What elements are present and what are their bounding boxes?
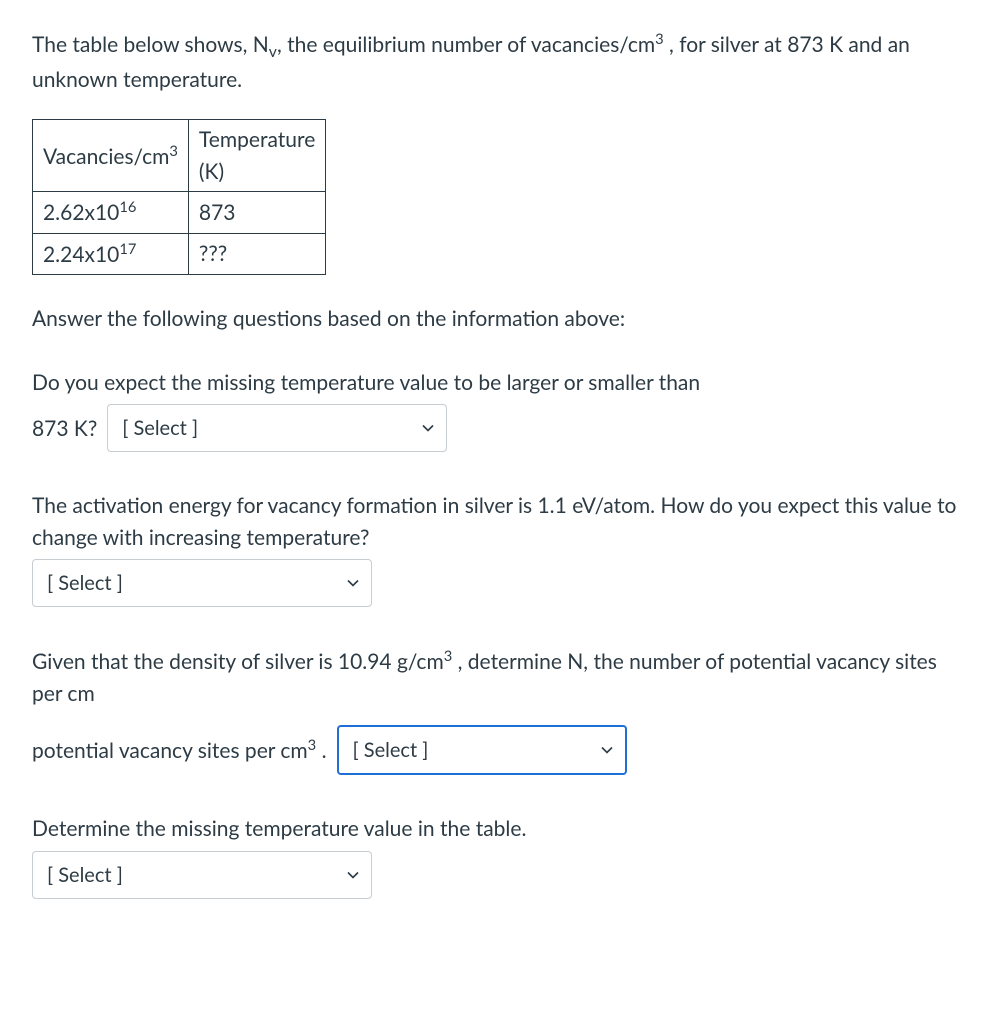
table-cell-vacancies-1: 2.62x1016 xyxy=(33,192,189,234)
q3-text-line2: potential vacancy sites per cm3 . xyxy=(32,734,327,767)
table-cell-temp-2: ??? xyxy=(188,233,325,275)
q3-select-value: [ Select ] xyxy=(353,735,429,765)
table-header-vacancies: Vacancies/cm3 xyxy=(33,120,189,192)
q4-select[interactable]: [ Select ] xyxy=(32,851,372,899)
question-2: The activation energy for vacancy format… xyxy=(32,490,958,613)
question-1: Do you expect the missing temperature va… xyxy=(32,367,958,459)
chevron-down-icon xyxy=(347,871,359,879)
table-header-row: Vacancies/cm3 Temperature (K) xyxy=(33,120,326,192)
q3-select[interactable]: [ Select ] xyxy=(337,725,627,775)
q4-select-value: [ Select ] xyxy=(47,860,123,890)
data-table: Vacancies/cm3 Temperature (K) 2.62x1016 … xyxy=(32,119,326,275)
table-cell-temp-1: 873 xyxy=(188,192,325,234)
q1-text-line1: Do you expect the missing temperature va… xyxy=(32,367,958,399)
intro-text-1: The table below shows, N xyxy=(32,32,269,57)
q4-text: Determine the missing temperature value … xyxy=(32,813,958,845)
table-row: 2.62x1016 873 xyxy=(33,192,326,234)
intro-sup-3: 3 xyxy=(655,30,664,48)
intro-sub-v: v xyxy=(269,42,277,61)
table-row: 2.24x1017 ??? xyxy=(33,233,326,275)
chevron-down-icon xyxy=(422,424,434,432)
chevron-down-icon xyxy=(601,746,613,754)
q2-select-value: [ Select ] xyxy=(47,568,123,598)
intro-paragraph: The table below shows, Nv, the equilibri… xyxy=(32,28,958,95)
question-3: Given that the density of silver is 10.9… xyxy=(32,645,958,781)
table-header-temperature: Temperature (K) xyxy=(188,120,325,192)
q1-select[interactable]: [ Select ] xyxy=(107,404,447,452)
intro-text-2: , the equilibrium number of vacancies/cm xyxy=(277,32,655,57)
q1-select-value: [ Select ] xyxy=(122,413,198,443)
table-cell-vacancies-2: 2.24x1017 xyxy=(33,233,189,275)
questions-intro: Answer the following questions based on … xyxy=(32,303,958,335)
q2-select[interactable]: [ Select ] xyxy=(32,559,372,607)
q3-text-line1: Given that the density of silver is 10.9… xyxy=(32,645,958,709)
q1-text-line2: 873 K? xyxy=(32,413,97,445)
chevron-down-icon xyxy=(347,579,359,587)
question-4: Determine the missing temperature value … xyxy=(32,813,958,905)
q2-text: The activation energy for vacancy format… xyxy=(32,490,958,553)
